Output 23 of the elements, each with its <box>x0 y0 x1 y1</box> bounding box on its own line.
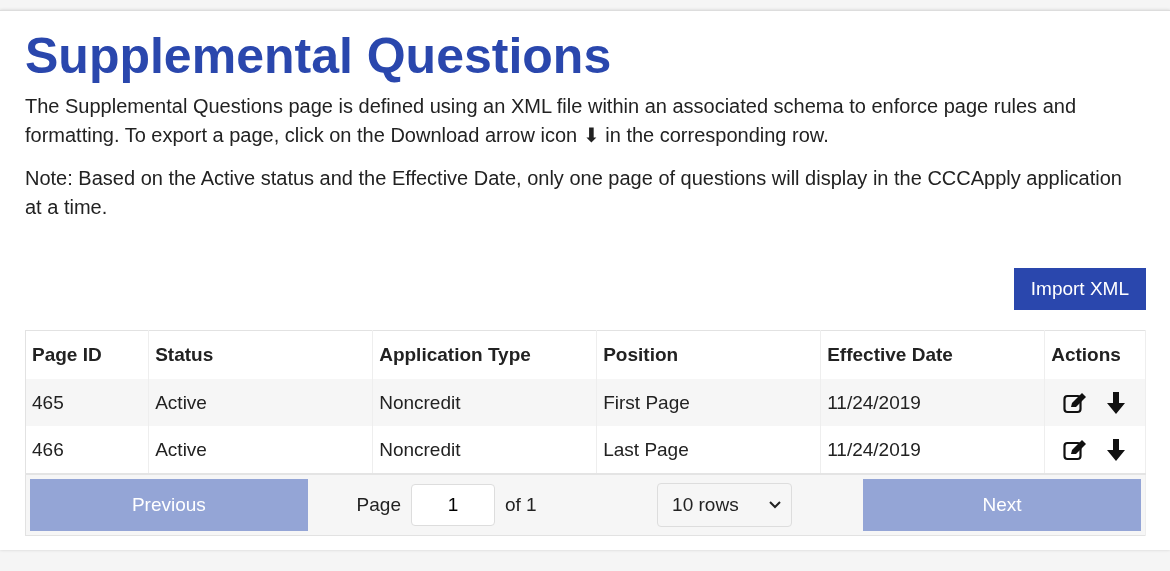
page-label: Page <box>356 494 401 516</box>
table-cell: Active <box>148 426 373 474</box>
download-arrow-icon[interactable] <box>1105 390 1128 415</box>
intro-paragraph: The Supplemental Questions page is defined using an XML file within an associated schema to enforce page rules and formatting. To export a page, click on the Download arrow icon ⬇ in the corresponding row. <box>25 94 1077 148</box>
table-cell: Last Page <box>596 426 821 474</box>
table-cell: Active <box>148 379 373 426</box>
table-cell: Noncredit <box>372 379 597 426</box>
table-cell: 11/24/2019 <box>820 426 1045 474</box>
caret-icon <box>768 501 781 509</box>
table-cell: 11/24/2019 <box>820 379 1045 426</box>
table-cell: Noncredit <box>372 426 597 474</box>
page-title: Supplemental Questions <box>25 29 613 84</box>
rows-per-page-select[interactable]: 10 rows <box>657 483 792 527</box>
page-count: of 1 <box>504 494 537 516</box>
table-cell: 466 <box>25 426 149 474</box>
edit-icon[interactable] <box>1063 438 1088 461</box>
download-arrow-icon[interactable] <box>1105 437 1128 462</box>
table-cell: 465 <box>25 379 149 426</box>
page-number-field[interactable]: 1 <box>410 484 495 526</box>
import-xml-button[interactable]: Import XML <box>1013 268 1146 310</box>
table-cell: First Page <box>596 379 821 426</box>
note-paragraph: Note: Based on the Active status and the Effective Date, only one page of questions will display in the CCCApply application at a time. <box>25 166 1123 220</box>
edit-icon[interactable] <box>1063 391 1088 414</box>
